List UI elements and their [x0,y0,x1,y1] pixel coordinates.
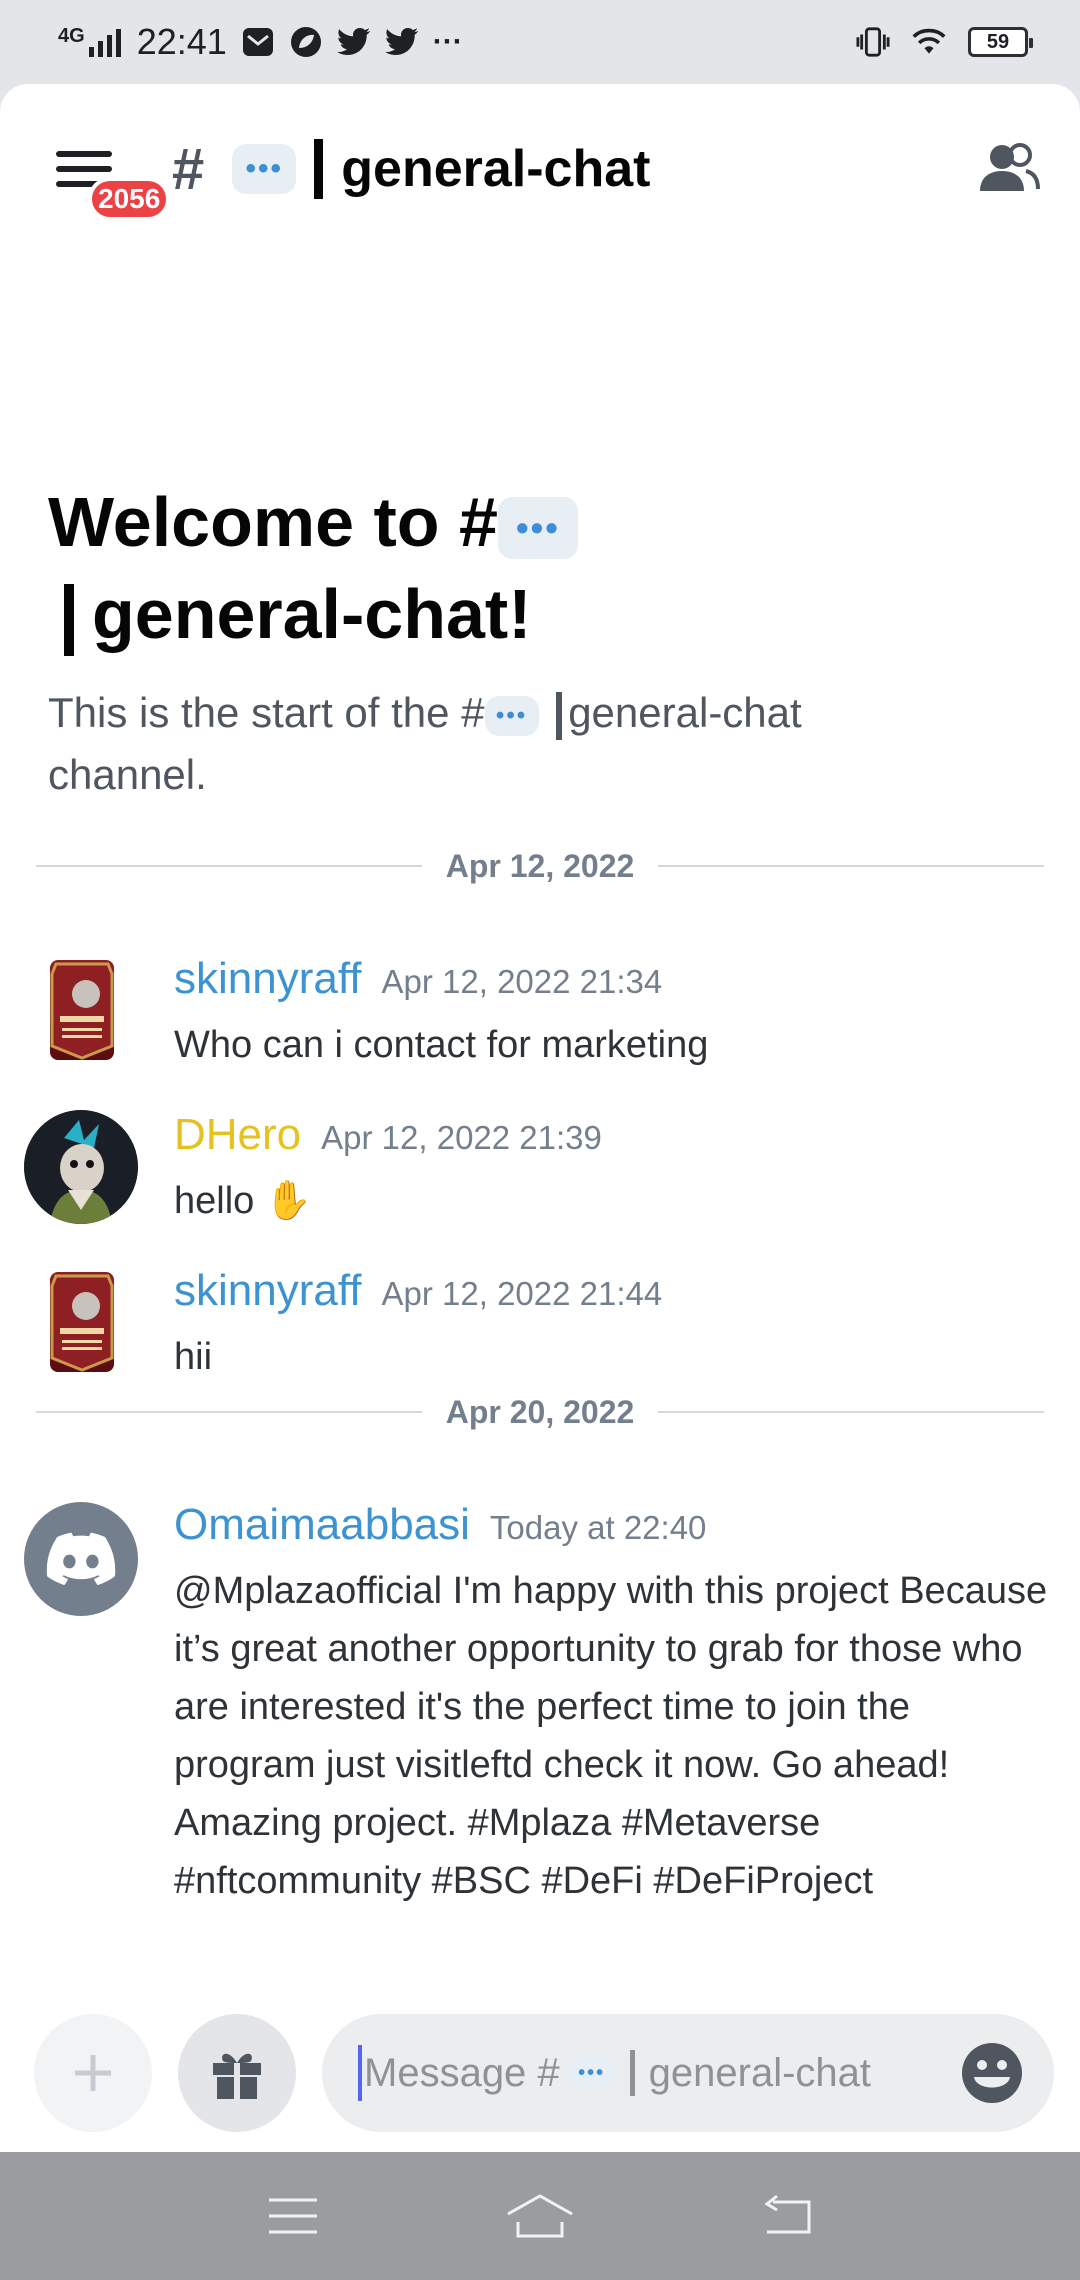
nav-home-button[interactable] [500,2186,580,2246]
welcome-subtitle-channel: general-chat [568,689,802,736]
channel-welcome: Welcome to # ••• general-chat! This is th… [48,476,1038,806]
menu-icon [269,2198,318,2234]
username[interactable]: skinnyraff [174,954,362,1004]
message-header: skinnyraff Apr 12, 2022 21:44 [174,1266,662,1316]
battery-indicator: 59 [968,27,1033,57]
message-input[interactable]: Message # ••• general-chat [322,2014,1054,2132]
channel-name: general-chat [341,140,651,198]
vibrate-icon [856,25,890,59]
divider-line [658,865,1044,867]
timestamp: Apr 12, 2022 21:44 [381,1275,663,1312]
message-item[interactable]: Omaimaabbasi Today at 22:40 @Mplazaoffic… [0,1500,1080,1902]
welcome-subtitle-prefix: This is the start of the # [48,689,485,736]
channel-title[interactable]: ••• general-chat [232,139,650,199]
hamburger-icon[interactable]: 2056 [56,147,171,221]
separator-bar [314,139,324,199]
separator-bar [629,2050,635,2096]
message-text: hii [174,1336,213,1378]
avatar[interactable] [24,1502,138,1616]
members-icon[interactable] [976,139,1040,199]
system-nav-bar [0,2152,1080,2280]
nav-menu-button[interactable] [253,2186,333,2246]
timestamp: Apr 12, 2022 21:39 [321,1119,602,1156]
welcome-title-channel: general-chat! [92,575,532,653]
username[interactable]: DHero [174,1110,301,1160]
status-left: 4G 22:41 ··· [58,21,463,63]
message-item[interactable]: DHero Apr 12, 2022 21:39 hello ✋ [0,1110,1080,1250]
nav-back-button[interactable] [747,2186,827,2246]
message-placeholder: Message # ••• general-chat [364,2050,871,2096]
discord-logo-icon [46,1532,116,1586]
message-item[interactable]: skinnyraff Apr 12, 2022 21:44 hii [0,1266,1080,1406]
status-time: 22:41 [136,21,227,62]
separator-bar [556,691,563,740]
date-divider: Apr 20, 2022 [36,1392,1044,1432]
date-divider: Apr 12, 2022 [36,846,1044,886]
message-text: Who can i contact for marketing [174,1024,709,1066]
leaf-app-icon [289,25,323,59]
speech-bubble-icon: ••• [497,496,578,559]
message-item[interactable]: skinnyraff Apr 12, 2022 21:34 Who can i … [0,954,1080,1094]
chat-screen: 2056 # ••• general-chat Welcome to # ••• … [0,84,1080,2152]
unread-badge: 2056 [88,177,171,221]
date-divider-label: Apr 20, 2022 [445,1393,635,1430]
message-header: Omaimaabbasi Today at 22:40 [174,1500,706,1550]
message-text: hello [174,1180,255,1222]
message-text: @Mplazaofficial I'm happy with this proj… [174,1570,1048,1902]
welcome-title-prefix: Welcome to # [48,483,498,561]
signal-icon [88,29,121,57]
plus-icon [75,2055,111,2091]
more-notifications-icon: ··· [432,25,463,58]
placeholder-channel: general-chat [648,2050,872,2095]
date-divider-label: Apr 12, 2022 [445,847,635,884]
mail-icon [241,25,275,59]
message-header: DHero Apr 12, 2022 21:39 [174,1110,602,1160]
divider-line [658,1411,1044,1413]
emoji-icon[interactable] [960,2041,1024,2105]
welcome-subtitle-suffix: channel. [48,751,207,798]
channel-header: 2056 # ••• general-chat [0,84,1080,254]
speech-bubble-icon: ••• [484,695,539,736]
text-caret [358,2045,362,2101]
back-icon [764,2194,811,2234]
speech-bubble-icon: ••• [232,144,297,194]
gift-icon [213,2053,261,2099]
status-right: 59 [856,25,1033,59]
avatar[interactable] [50,960,114,1060]
timestamp: Today at 22:40 [489,1509,707,1546]
placeholder-prefix: Message # [364,2050,560,2095]
twitter-icon [384,25,419,59]
twitter-icon [336,25,371,59]
status-bar: 4G 22:41 ··· 59 [0,0,1080,84]
raised-hand-emoji: ✋ [264,1180,313,1222]
avatar[interactable] [24,1110,138,1224]
gift-button[interactable] [178,2014,296,2132]
separator-bar [64,583,74,656]
message-composer: Message # ••• general-chat [0,2004,1080,2152]
channel-hash-icon: # [172,136,205,202]
avatar[interactable] [50,1272,114,1372]
divider-line [36,1411,422,1413]
welcome-heading: Welcome to # ••• general-chat! [48,476,1038,660]
timestamp: Apr 12, 2022 21:34 [381,963,663,1000]
speech-bubble-icon: ••• [567,2055,616,2091]
network-label: 4G [58,25,85,47]
divider-line [36,865,422,867]
username[interactable]: skinnyraff [174,1266,362,1316]
message-text-row: hello ✋ [174,1172,1054,1230]
welcome-subtitle: This is the start of the # ••• general-ch… [48,682,1038,806]
username[interactable]: Omaimaabbasi [174,1500,470,1550]
network-indicator: 4G [58,25,123,57]
message-header: skinnyraff Apr 12, 2022 21:34 [174,954,662,1004]
wifi-icon [912,25,946,59]
attach-button[interactable] [34,2014,152,2132]
home-icon [507,2194,573,2238]
